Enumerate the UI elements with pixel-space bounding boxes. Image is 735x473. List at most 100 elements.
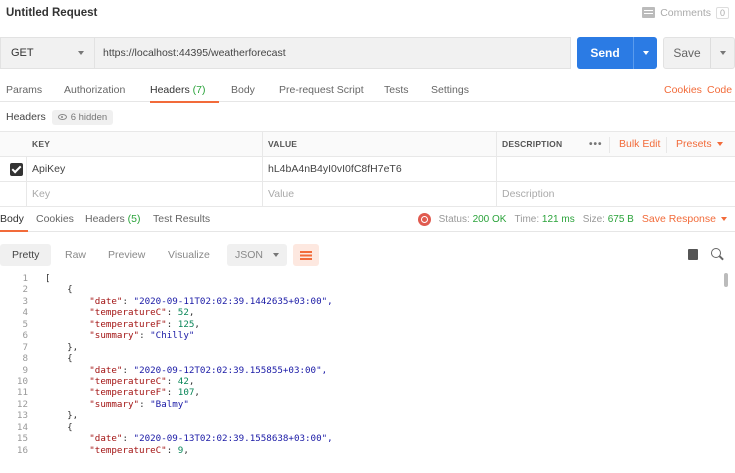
header-description-cell[interactable] — [496, 157, 502, 181]
tab-test-results[interactable]: Test Results — [153, 206, 210, 232]
view-preview[interactable]: Preview — [96, 244, 157, 266]
comment-icon — [642, 7, 656, 18]
globe-icon[interactable] — [417, 212, 431, 226]
bulk-edit-button[interactable]: Bulk Edit — [613, 132, 660, 156]
scrollbar-thumb[interactable] — [724, 273, 728, 287]
code-text: { — [45, 284, 73, 296]
column-header-key: KEY — [32, 139, 51, 149]
hidden-headers-toggle[interactable]: 6 hidden — [51, 109, 114, 125]
new-description-input[interactable]: Description — [496, 182, 555, 206]
line-number: 3 — [22, 295, 28, 307]
save-button[interactable]: Save — [663, 37, 735, 69]
url-input[interactable]: https://localhost:44395/weatherforecast — [95, 37, 571, 69]
chevron-down-icon — [716, 142, 723, 146]
tab-response-body[interactable]: Body — [0, 206, 28, 232]
tab-response-headers[interactable]: Headers (5) — [85, 206, 140, 232]
line-number: 9 — [22, 364, 28, 376]
header-key-cell[interactable]: ApiKey — [26, 157, 65, 181]
line-number: 16 — [16, 444, 28, 456]
more-options-icon[interactable]: ••• — [583, 132, 603, 156]
code-text: "date": "2020-09-11T02:02:39.1442635+03:… — [89, 295, 333, 307]
comments-button[interactable]: Comments 0 — [642, 6, 729, 19]
request-title[interactable]: Untitled Request — [6, 7, 97, 19]
code-text: { — [45, 353, 73, 365]
request-tabs: Params Authorization Headers (7) Body Pr… — [0, 78, 735, 103]
tab-tests[interactable]: Tests — [384, 78, 409, 102]
table-row: ApiKey hL4bA4nB4yI0vI0fC8fH7eT6 — [0, 157, 735, 182]
tab-body[interactable]: Body — [231, 78, 255, 102]
tab-headers[interactable]: Headers (7) — [150, 78, 219, 103]
table-header-row: KEY VALUE DESCRIPTION ••• Bulk Edit Pres… — [0, 131, 735, 157]
code-line: 11 "temperatureF": 107, — [0, 387, 735, 398]
new-value-input[interactable]: Value — [262, 182, 294, 206]
code-text: { — [45, 421, 73, 433]
code-line: 13 }, — [0, 410, 735, 421]
line-number: 8 — [22, 353, 28, 365]
line-number: 4 — [22, 307, 28, 319]
code-line: 8 { — [0, 353, 735, 364]
size-label: Size: — [582, 213, 605, 225]
tab-response-cookies[interactable]: Cookies — [36, 206, 74, 232]
tab-settings[interactable]: Settings — [431, 78, 469, 102]
column-header-description: DESCRIPTION — [502, 139, 563, 149]
search-icon[interactable] — [711, 248, 721, 258]
wrap-lines-button[interactable] — [293, 244, 319, 266]
method-value: GET — [11, 47, 34, 59]
line-number: 10 — [16, 375, 28, 387]
new-key-input[interactable]: Key — [26, 182, 50, 206]
chevron-down-icon — [273, 253, 279, 257]
hidden-count: 6 hidden — [70, 111, 108, 123]
table-row-new: Key Value Description — [0, 182, 735, 207]
line-number: 11 — [16, 387, 28, 399]
tab-headers-count: (7) — [192, 84, 206, 96]
copy-icon[interactable] — [685, 249, 698, 265]
tab-authorization[interactable]: Authorization — [64, 78, 125, 102]
code-link[interactable]: Code — [707, 78, 732, 102]
save-response-dropdown[interactable]: Save Response — [642, 213, 727, 225]
line-number: 5 — [22, 318, 28, 330]
line-number: 13 — [16, 410, 28, 422]
column-divider — [666, 137, 667, 153]
line-number: 1 — [22, 273, 28, 284]
presets-dropdown[interactable]: Presets — [670, 132, 723, 156]
send-label: Send — [590, 46, 620, 60]
view-pretty[interactable]: Pretty — [0, 244, 52, 266]
line-number: 14 — [16, 421, 28, 433]
code-line: 9 "date": "2020-09-12T02:02:39.155855+03… — [0, 365, 735, 376]
chevron-down-icon — [719, 51, 726, 55]
checkbox-checked-icon — [10, 162, 23, 176]
method-select[interactable]: GET — [0, 37, 95, 69]
save-options-button[interactable] — [710, 38, 734, 68]
response-body-editor[interactable]: 1[2 {3 "date": "2020-09-11T02:02:39.1442… — [0, 273, 735, 473]
response-tabs: Body Cookies Headers (5) Test Results St… — [0, 206, 735, 232]
header-value-cell[interactable]: hL4bA4nB4yI0vI0fC8fH7eT6 — [262, 157, 402, 181]
send-button[interactable]: Send — [577, 37, 657, 69]
status-value: 200 OK — [472, 213, 507, 225]
time: Time: 121 ms — [514, 214, 574, 225]
format-select[interactable]: JSON — [227, 244, 287, 266]
cookies-link[interactable]: Cookies — [664, 78, 702, 102]
column-divider — [609, 137, 610, 153]
chevron-down-icon — [721, 217, 727, 221]
send-options-button[interactable] — [633, 37, 657, 69]
view-raw[interactable]: Raw — [53, 244, 98, 266]
time-value: 121 ms — [541, 213, 575, 225]
code-line: 5 "temperatureF": 125, — [0, 319, 735, 330]
header-enabled-checkbox[interactable] — [4, 157, 23, 181]
code-text: "temperatureC": 42, — [89, 375, 195, 387]
view-visualize[interactable]: Visualize — [156, 244, 222, 266]
line-number: 15 — [16, 433, 28, 445]
code-text: "date": "2020-09-12T02:02:39.155855+03:0… — [89, 364, 328, 376]
headers-subheader: Headers 6 hidden — [0, 107, 114, 127]
comments-label: Comments — [660, 6, 711, 19]
save-label: Save — [673, 46, 701, 60]
status-label: Status: — [438, 213, 470, 225]
line-number: 12 — [16, 398, 28, 410]
code-text: "summary": "Balmy" — [89, 398, 189, 410]
tab-params[interactable]: Params — [6, 78, 42, 102]
code-text: "temperatureF": 107, — [89, 387, 200, 399]
tab-prerequest-script[interactable]: Pre-request Script — [279, 78, 364, 102]
response-view-toolbar: Pretty Raw Preview Visualize JSON — [0, 240, 735, 268]
code-line: 1[ — [0, 273, 735, 284]
code-text: }, — [45, 341, 79, 353]
